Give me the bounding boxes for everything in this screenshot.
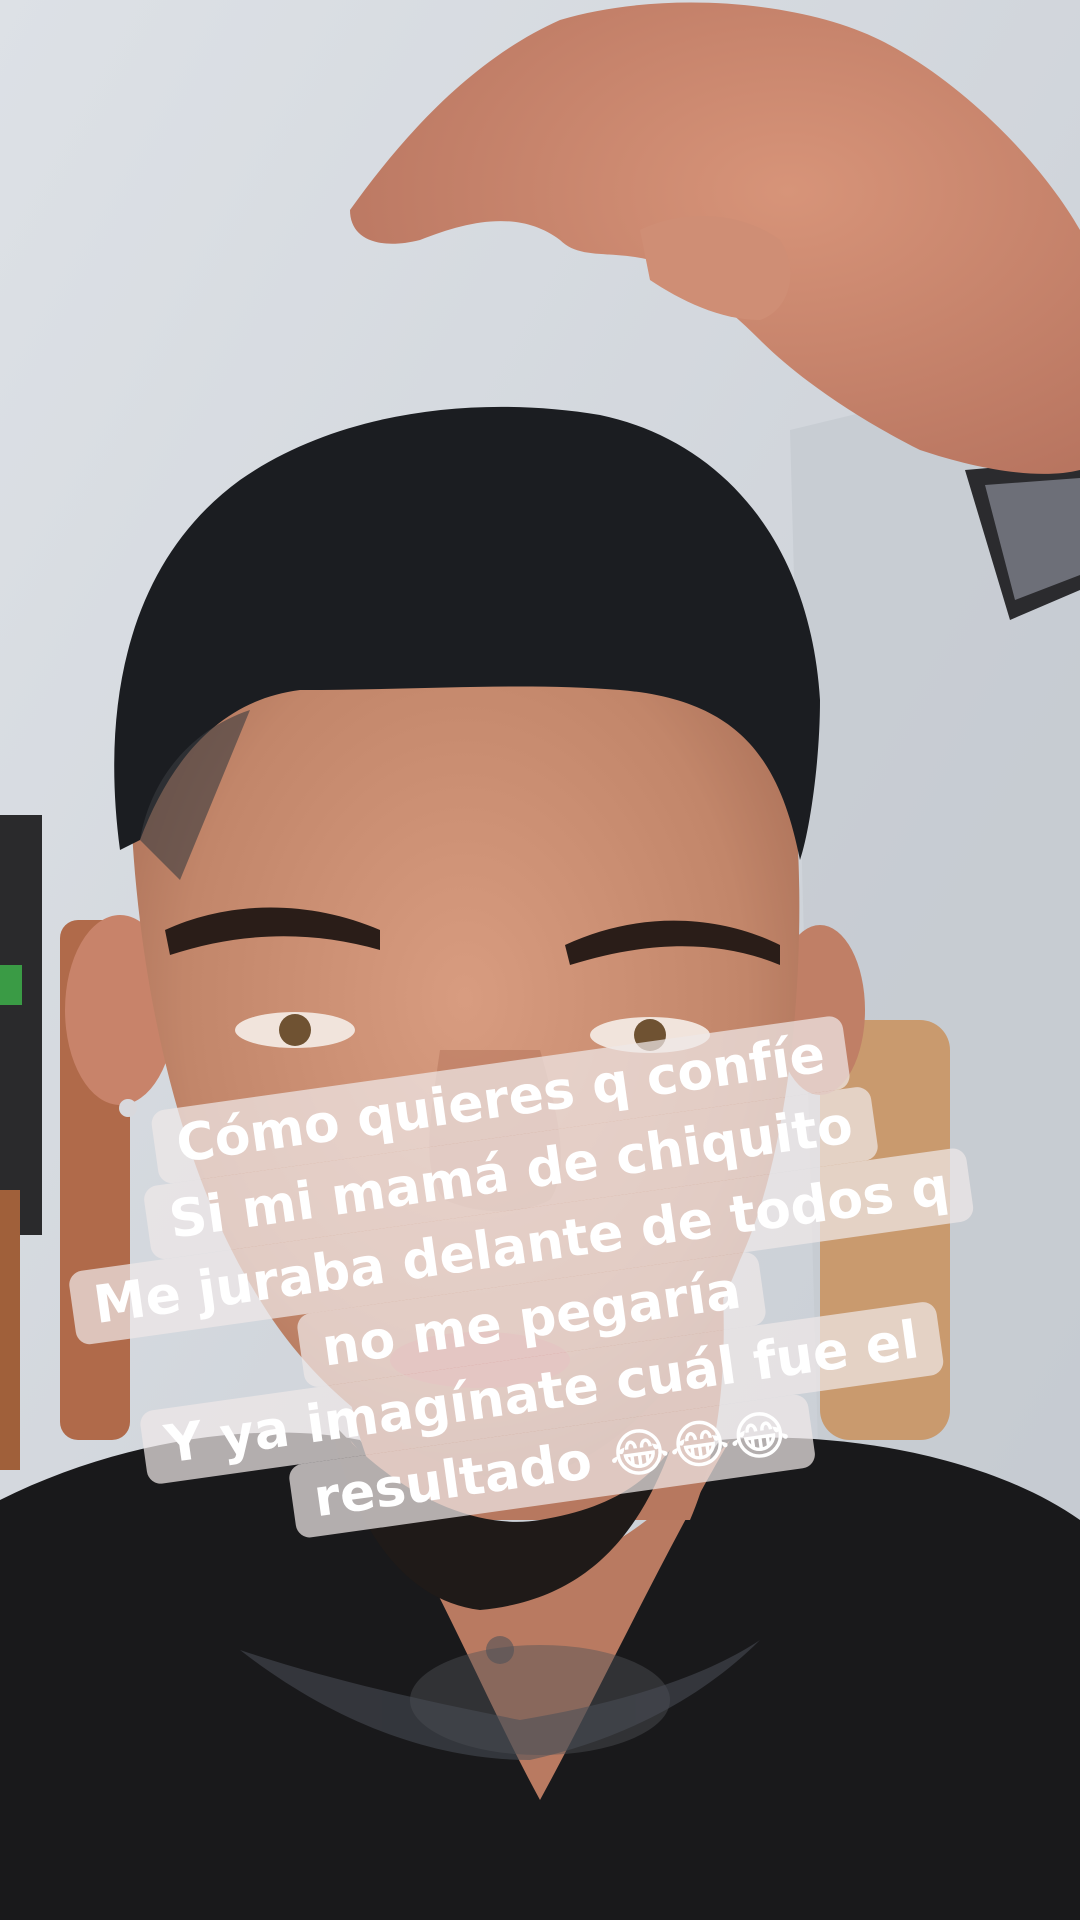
video-frame: Cómo quieres q confíe Si mi mamá de chiq… [0, 0, 1080, 1920]
photo-background [0, 0, 1080, 1920]
